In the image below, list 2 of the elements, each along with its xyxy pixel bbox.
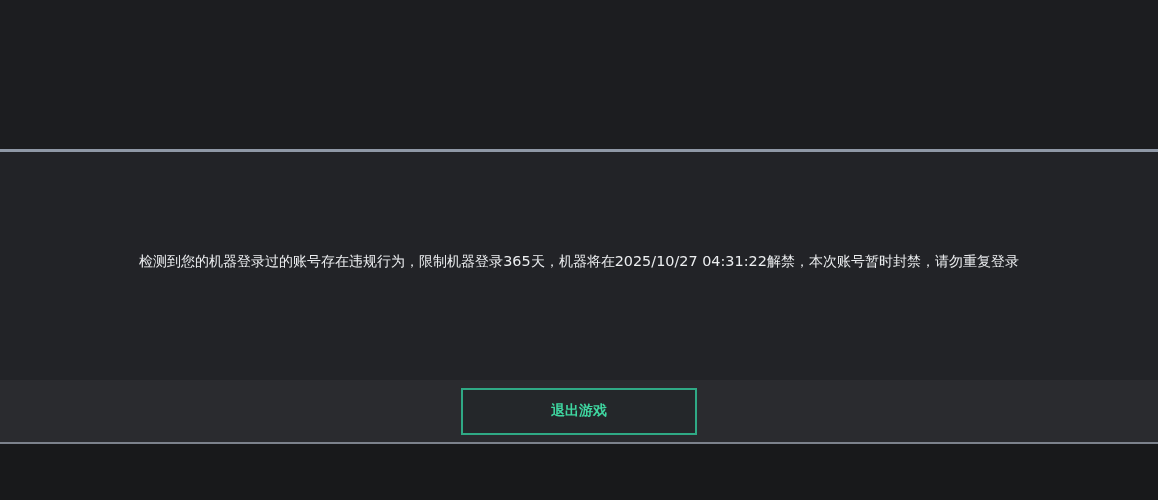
- exit-game-button[interactable]: 退出游戏: [461, 387, 697, 435]
- ban-message: 检测到您的机器登录过的账号存在违规行为，限制机器登录365天，机器将在2025/10/27 04:31:22解禁，本次账号暂时封禁，请勿重复登录: [138, 251, 1020, 271]
